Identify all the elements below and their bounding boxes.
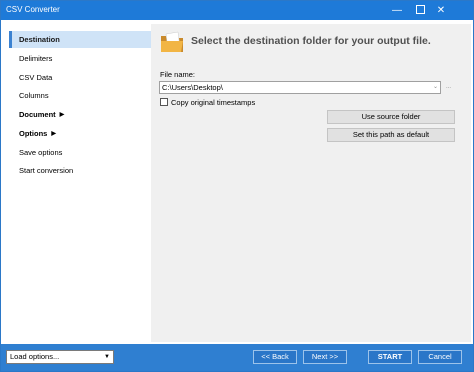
minimize-button[interactable]: — bbox=[386, 1, 408, 20]
use-source-folder-button[interactable]: Use source folder bbox=[327, 110, 455, 124]
cancel-button[interactable]: Cancel bbox=[418, 350, 462, 364]
start-button[interactable]: START bbox=[368, 350, 412, 364]
folder-icon bbox=[161, 31, 183, 52]
sidebar-item-columns[interactable]: Columns bbox=[9, 87, 151, 104]
sidebar-item-start-conversion[interactable]: Start conversion bbox=[9, 162, 151, 179]
app-window: CSV Converter — ✕ Destination Delimiters… bbox=[0, 0, 474, 372]
file-name-dropdown-button[interactable]: ⌄ bbox=[430, 81, 441, 94]
sidebar-item-save-options[interactable]: Save options bbox=[9, 144, 151, 161]
chevron-down-icon: ⌄ bbox=[432, 84, 439, 90]
next-button[interactable]: Next >> bbox=[303, 350, 347, 364]
footer-bar: Load options... ▼ << Back Next >> START … bbox=[1, 344, 473, 371]
load-options-value: Load options... bbox=[10, 352, 60, 361]
sidebar-item-document[interactable]: Document ▶ bbox=[9, 106, 151, 123]
sidebar-item-label: Destination bbox=[19, 35, 60, 44]
sidebar-item-label: Delimiters bbox=[19, 54, 53, 63]
window-title: CSV Converter bbox=[6, 5, 60, 14]
destination-panel: Select the destination folder for your o… bbox=[151, 24, 471, 342]
main-area: Destination Delimiters CSV Data Columns … bbox=[1, 20, 473, 344]
sidebar-item-options[interactable]: Options ▶ bbox=[9, 125, 151, 142]
ellipsis-icon: ... bbox=[445, 84, 451, 90]
back-button[interactable]: << Back bbox=[253, 350, 297, 364]
load-options-select[interactable]: Load options... ▼ bbox=[6, 350, 114, 364]
sidebar-item-label: CSV Data bbox=[19, 73, 53, 82]
copy-timestamps-checkbox[interactable] bbox=[160, 98, 168, 106]
title-bar[interactable]: CSV Converter — ✕ bbox=[1, 1, 473, 20]
page-title: Select the destination folder for your o… bbox=[191, 35, 431, 47]
copy-timestamps-label[interactable]: Copy original timestamps bbox=[171, 98, 255, 107]
file-name-label: File name: bbox=[160, 70, 196, 79]
set-default-path-button[interactable]: Set this path as default bbox=[327, 128, 455, 142]
sidebar-item-csv-data[interactable]: CSV Data bbox=[9, 69, 151, 86]
sidebar-item-label: Start conversion bbox=[19, 166, 74, 175]
file-name-field[interactable]: C:\Users\Desktop\ bbox=[159, 81, 441, 94]
sidebar-item-destination[interactable]: Destination bbox=[9, 31, 151, 48]
close-icon: ✕ bbox=[436, 5, 446, 16]
maximize-icon bbox=[415, 4, 425, 14]
chevron-down-icon: ▼ bbox=[104, 354, 110, 360]
browse-button[interactable]: ... bbox=[443, 81, 454, 94]
sidebar-item-delimiters[interactable]: Delimiters bbox=[9, 50, 151, 67]
submenu-arrow-icon: ▶ bbox=[59, 111, 65, 118]
submenu-arrow-icon: ▶ bbox=[51, 130, 56, 137]
close-button[interactable]: ✕ bbox=[430, 1, 452, 20]
sidebar: Destination Delimiters CSV Data Columns … bbox=[5, 24, 151, 342]
minimize-icon: — bbox=[392, 5, 402, 16]
sidebar-item-label: Save options bbox=[19, 148, 63, 157]
sidebar-item-label: Options bbox=[19, 129, 48, 138]
maximize-button[interactable] bbox=[409, 1, 431, 20]
sidebar-item-label: Columns bbox=[19, 91, 49, 100]
sidebar-item-label: Document bbox=[19, 110, 56, 119]
